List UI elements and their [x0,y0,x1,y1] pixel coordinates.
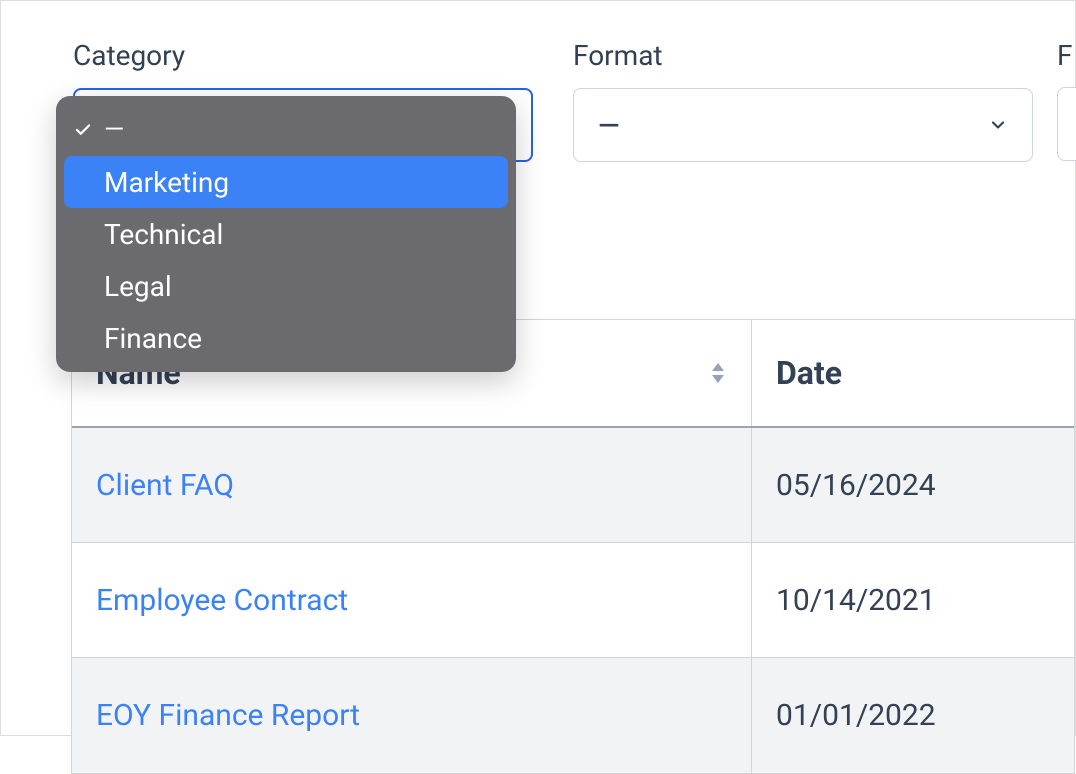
table-row: EOY Finance Report 01/01/2022 [72,658,1074,773]
document-link[interactable]: Client FAQ [96,468,234,503]
cell-name: EOY Finance Report [72,658,752,773]
dropdown-option-label: Technical [104,218,223,251]
chevron-down-icon [988,115,1008,135]
filter-partial-label: F [1057,39,1072,72]
dropdown-option-empty[interactable]: — [64,104,508,156]
dropdown-option-label: Legal [104,270,172,303]
date-text: 05/16/2024 [776,468,936,503]
date-text: 10/14/2021 [776,583,936,618]
filter-category-label: Category [73,39,533,72]
cell-date: 01/01/2022 [752,658,1074,773]
dropdown-option-label: — [104,115,122,145]
table-row: Employee Contract 10/14/2021 [72,543,1074,658]
dropdown-option-finance[interactable]: Finance [64,312,508,364]
dropdown-option-legal[interactable]: Legal [64,260,508,312]
document-link[interactable]: EOY Finance Report [96,698,360,733]
check-icon [74,121,92,139]
format-select[interactable]: — [573,88,1033,162]
dropdown-option-marketing[interactable]: Marketing [64,156,508,208]
filter-format: Format — [573,39,1033,162]
filter-format-label: Format [573,39,1033,72]
category-dropdown: — Marketing Technical Legal Finance [56,96,516,372]
dropdown-option-label: Finance [104,322,202,355]
cell-name: Client FAQ [72,428,752,542]
dropdown-option-technical[interactable]: Technical [64,208,508,260]
documents-table: Name Date Client FAQ 05/16/2024 Employee… [71,319,1075,774]
cell-date: 10/14/2021 [752,543,1074,657]
dropdown-option-label: Marketing [104,166,229,199]
sort-icon [709,361,727,385]
cell-name: Employee Contract [72,543,752,657]
document-link[interactable]: Employee Contract [96,583,348,618]
format-select-value: — [598,109,620,142]
cell-date: 05/16/2024 [752,428,1074,542]
table-row: Client FAQ 05/16/2024 [72,428,1074,543]
date-text: 01/01/2022 [776,698,936,733]
filter-partial-select[interactable] [1057,87,1076,161]
column-header-date[interactable]: Date [752,320,1074,426]
column-header-date-text: Date [776,354,842,392]
